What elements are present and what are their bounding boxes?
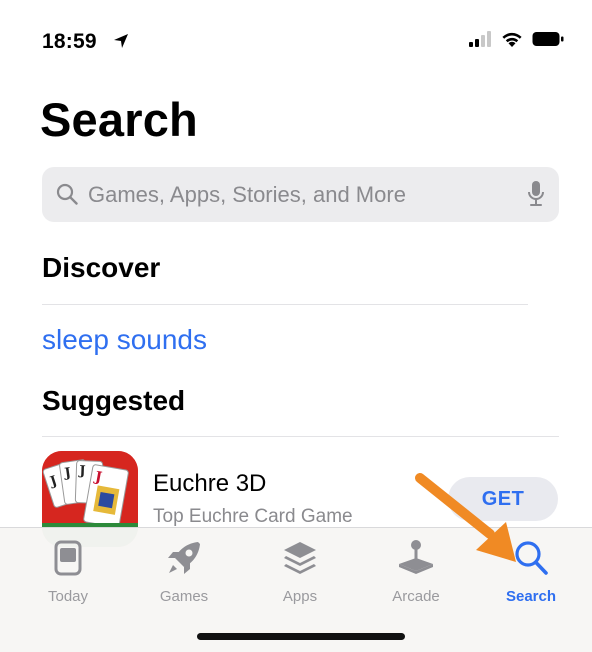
tab-label-games: Games	[159, 588, 209, 605]
discover-heading: Discover	[42, 252, 161, 283]
search-icon	[515, 541, 548, 575]
tab-arcade[interactable]: Arcade	[368, 536, 464, 616]
get-button[interactable]: GET	[448, 477, 558, 521]
suggested-divider	[42, 436, 559, 437]
discover-divider	[42, 304, 528, 305]
tab-search[interactable]: Search	[483, 536, 579, 616]
tab-apps[interactable]: Apps	[252, 536, 348, 616]
today-icon	[54, 540, 82, 576]
apps-stack-icon	[284, 542, 316, 574]
joystick-icon	[399, 540, 433, 574]
search-bar[interactable]	[42, 167, 559, 222]
app-subtitle: Top Euchre Card Game	[153, 506, 353, 527]
search-input[interactable]	[88, 167, 488, 222]
location-arrow-icon	[114, 34, 128, 48]
tab-label-today: Today	[47, 588, 89, 605]
cellular-signal-icon	[469, 31, 491, 47]
home-indicator	[197, 633, 405, 640]
battery-icon	[532, 32, 564, 46]
svg-text:J: J	[78, 464, 86, 479]
magnifier-icon	[56, 183, 78, 205]
microphone-icon[interactable]	[527, 180, 545, 208]
wifi-icon	[502, 32, 522, 47]
tab-label-apps: Apps	[282, 588, 318, 605]
status-bar: 18:59	[0, 0, 592, 80]
app-name[interactable]: Euchre 3D	[153, 470, 266, 498]
tab-today[interactable]: Today	[20, 536, 116, 616]
suggested-heading: Suggested	[42, 385, 186, 416]
tab-label-arcade: Arcade	[392, 588, 440, 605]
tab-label-search: Search	[505, 588, 557, 605]
status-time: 18:59	[42, 30, 97, 53]
status-icons	[468, 30, 564, 48]
tab-games[interactable]: Games	[136, 536, 232, 616]
rocket-icon	[168, 542, 200, 574]
discover-item-sleep-sounds[interactable]: sleep sounds	[42, 324, 207, 356]
app-store-search-screen: 18:59 Search Games, Apps, Stories, and M…	[0, 0, 592, 652]
page-title: Search	[40, 93, 198, 146]
